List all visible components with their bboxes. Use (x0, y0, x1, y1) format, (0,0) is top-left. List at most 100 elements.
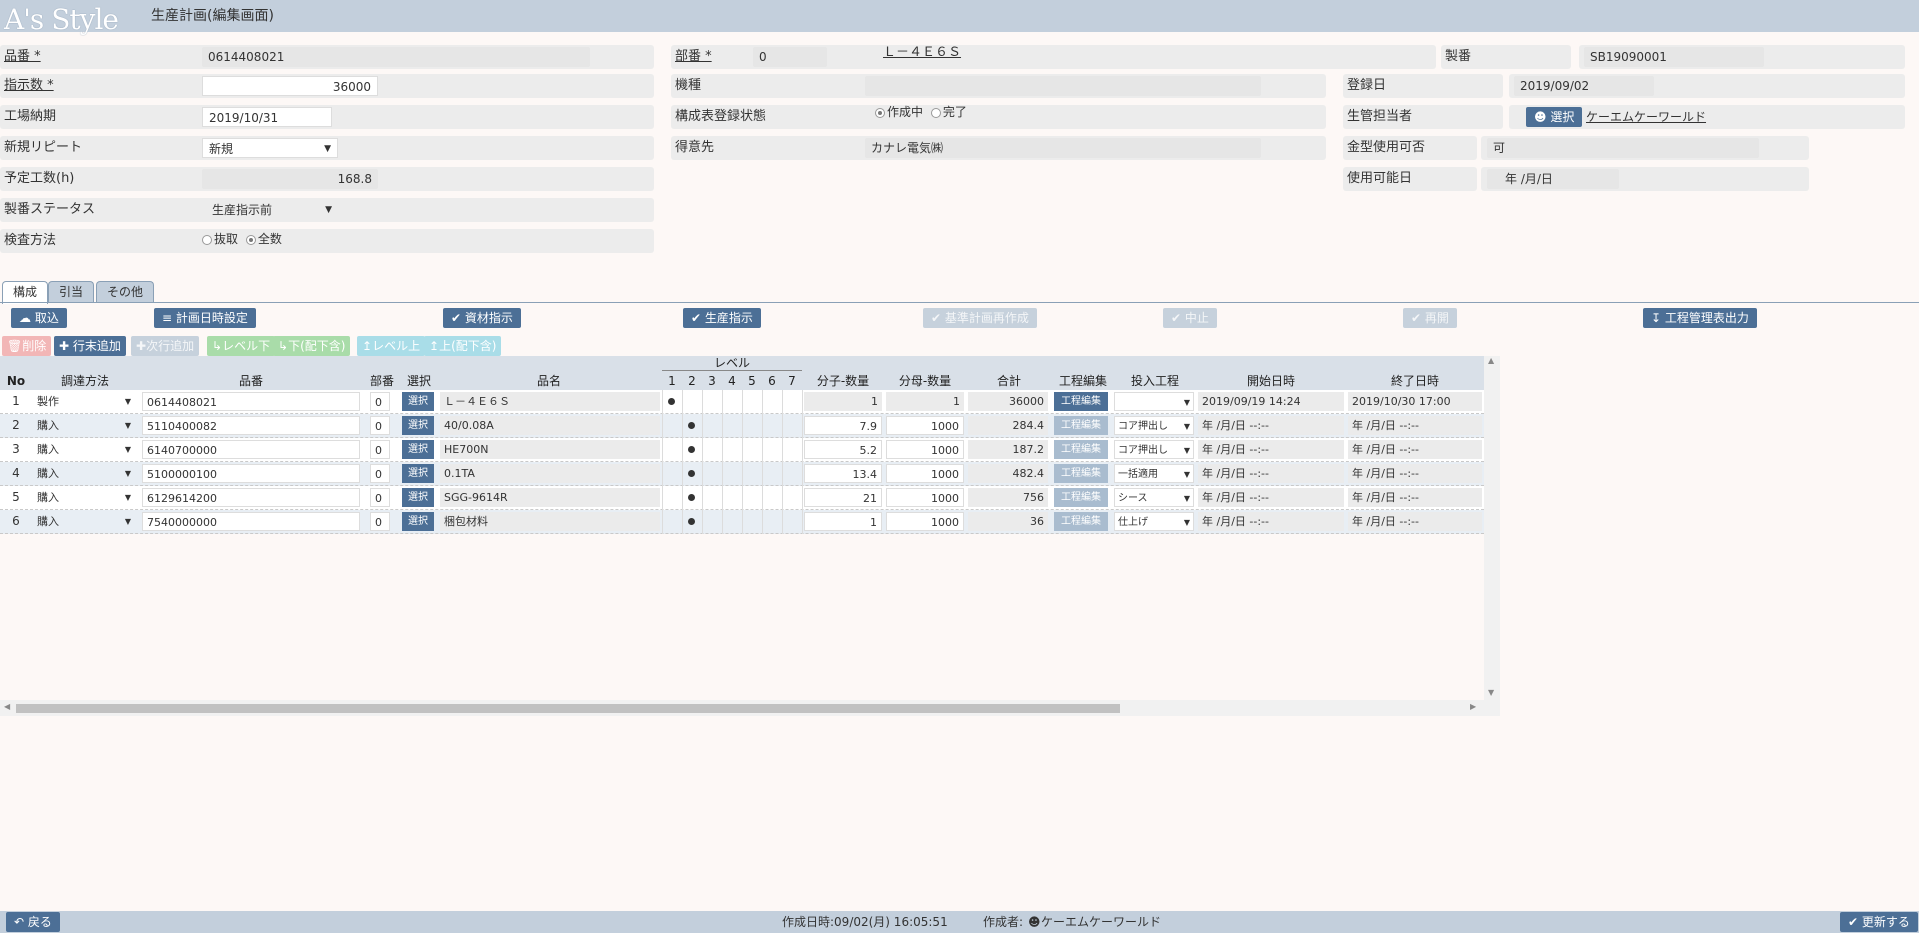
bunshi-input[interactable]: 13.4 (804, 464, 882, 483)
chotatsu-select[interactable]: 購入 (34, 464, 134, 483)
buban-input[interactable]: 0 (370, 440, 390, 459)
shijisu-label[interactable]: 指示数 * (4, 74, 54, 98)
status-select[interactable]: 生産指示前 (202, 200, 338, 220)
scroll-left-icon[interactable]: ◀ (4, 702, 10, 711)
buban-name-link[interactable]: Ｌ－４Ｅ６Ｓ (883, 41, 961, 65)
kensa-radio-zensu[interactable] (245, 234, 256, 245)
hinban-label[interactable]: 品番 * (4, 45, 41, 69)
bunshi-input[interactable]: 5.2 (804, 440, 882, 459)
tab-kosei[interactable]: 構成 (2, 281, 49, 304)
tab-hikiate[interactable]: 引当 (48, 281, 95, 303)
horizontal-scroll-thumb[interactable] (16, 704, 1120, 713)
kosei-radio-sakusei[interactable] (875, 107, 885, 118)
kotei-output-button[interactable]: ↧ 工程管理表出力 (1643, 308, 1757, 328)
buban-input[interactable]: 0 (370, 392, 390, 411)
tonyu-select[interactable]: シース (1114, 488, 1194, 508)
hinban-input[interactable]: 5110400082 (142, 416, 360, 435)
kaishi-datetime[interactable]: 年 /月/日 --:-- (1198, 416, 1344, 435)
kotei-edit-button[interactable]: 工程編集 (1054, 488, 1108, 507)
tanto-select-button[interactable]: ☻ 選択 (1526, 107, 1583, 127)
sakujo-button[interactable]: 🗑削除 (2, 336, 52, 356)
update-button[interactable]: ✔ 更新する (1840, 912, 1918, 932)
row-select-button[interactable]: 選択 (402, 488, 434, 507)
grid-vertical-scrollbar[interactable]: ▲ ▼ (1484, 356, 1500, 700)
seisan-button[interactable]: ✔ 生産指示 (683, 308, 761, 328)
up-sub-button[interactable]: ↥上(配下含) (424, 336, 502, 356)
tonyu-select[interactable]: 一括適用 (1114, 464, 1194, 484)
buban-label[interactable]: 部番 * (675, 45, 712, 69)
scroll-down-icon[interactable]: ▼ (1488, 688, 1494, 697)
tonyu-select[interactable] (1114, 392, 1194, 412)
torikomi-button[interactable]: ☁ 取込 (11, 308, 67, 328)
kijun-button[interactable]: ✔ 基準計画再作成 (923, 308, 1037, 328)
row-select-button[interactable]: 選択 (402, 392, 434, 411)
kotei-edit-button[interactable]: 工程編集 (1054, 416, 1108, 435)
shuryo-datetime[interactable]: 年 /月/日 --:-- (1348, 440, 1482, 459)
chotatsu-select[interactable]: 購入 (34, 512, 134, 531)
chushi-button[interactable]: ✔ 中止 (1163, 308, 1217, 328)
row-select-button[interactable]: 選択 (402, 440, 434, 459)
shuryo-datetime[interactable]: 年 /月/日 --:-- (1348, 512, 1482, 531)
chotatsu-select[interactable]: 製作 (34, 392, 134, 411)
keikaku-button[interactable]: ≡ 計画日時設定 (154, 308, 256, 328)
bunbo-input[interactable]: 1000 (886, 488, 964, 507)
hinban-input[interactable]: 6129614200 (142, 488, 360, 507)
kotei-edit-button[interactable]: 工程編集 (1054, 512, 1108, 531)
kensa-radio-nukitori[interactable] (202, 234, 212, 245)
kaishi-datetime[interactable]: 年 /月/日 --:-- (1198, 464, 1344, 483)
kosei-radio-kanryo[interactable] (930, 107, 941, 118)
bunshi-input[interactable]: 1 (804, 512, 882, 531)
level-down-button[interactable]: ↳レベル下 (207, 336, 276, 356)
hinban-input[interactable]: 0614408021 (142, 392, 360, 411)
shuryo-datetime[interactable]: 年 /月/日 --:-- (1348, 416, 1482, 435)
tonyu-select[interactable]: コア押出し (1114, 416, 1194, 436)
kotei-edit-button[interactable]: 工程編集 (1054, 440, 1108, 459)
down-sub-button[interactable]: ↳下(配下含) (273, 336, 351, 356)
scroll-up-icon[interactable]: ▲ (1488, 356, 1494, 365)
hinban-input[interactable]: 7540000000 (142, 512, 360, 531)
jigyo-button[interactable]: ✚次行追加 (131, 336, 200, 356)
gyomatsu-button[interactable]: ✚ 行末追加 (54, 336, 126, 356)
buban-input[interactable]: 0 (370, 512, 390, 531)
chotatsu-select[interactable]: 購入 (34, 488, 134, 507)
hinban-input[interactable]: 5100000100 (142, 464, 360, 483)
kaishi-datetime[interactable]: 年 /月/日 --:-- (1198, 488, 1344, 507)
bunbo-input[interactable]: 1000 (886, 416, 964, 435)
tab-sonota[interactable]: その他 (96, 281, 155, 303)
grid-horizontal-scrollbar[interactable]: ◀ ▶ (0, 700, 1500, 716)
tonyu-select[interactable]: 仕上げ (1114, 512, 1194, 532)
shuryo-datetime[interactable]: 2019/10/30 17:00 (1348, 392, 1482, 411)
bunshi-input[interactable]: 21 (804, 488, 882, 507)
kaishi-datetime[interactable]: 年 /月/日 --:-- (1198, 440, 1344, 459)
shizai-button[interactable]: ✔ 資材指示 (443, 308, 521, 328)
row-select-button[interactable]: 選択 (402, 512, 434, 531)
level-up-button[interactable]: ↥レベル上 (357, 336, 426, 356)
row-select-button[interactable]: 選択 (402, 464, 434, 483)
bunbo-input[interactable]: 1000 (886, 440, 964, 459)
buban-input[interactable]: 0 (370, 488, 390, 507)
buban-input[interactable]: 0 (370, 464, 390, 483)
tonyu-select[interactable]: コア押出し (1114, 440, 1194, 460)
chotatsu-select[interactable]: 購入 (34, 440, 134, 459)
shijisu-input[interactable]: 36000 (202, 76, 378, 96)
shiyo-date-input[interactable]: 年 /月/日 (1487, 169, 1619, 189)
bunbo-input[interactable]: 1000 (886, 512, 964, 531)
kaishi-datetime[interactable]: 年 /月/日 --:-- (1198, 512, 1344, 531)
bunshi-input[interactable]: 7.9 (804, 416, 882, 435)
tanto-user-link[interactable]: ケーエムケーワールド (1586, 105, 1706, 129)
back-button[interactable]: ↶ 戻る (6, 912, 60, 932)
hinban-input[interactable]: 6140700000 (142, 440, 360, 459)
kojo-noki-input[interactable]: 2019/10/31 (202, 107, 332, 127)
shinki-select[interactable]: 新規 (202, 138, 338, 159)
saikai-button[interactable]: ✔ 再開 (1403, 308, 1457, 328)
shuryo-datetime[interactable]: 年 /月/日 --:-- (1348, 464, 1482, 483)
buban-input[interactable]: 0 (370, 416, 390, 435)
kotei-edit-button[interactable]: 工程編集 (1054, 464, 1108, 483)
chotatsu-select[interactable]: 購入 (34, 416, 134, 435)
bunbo-input[interactable]: 1000 (886, 464, 964, 483)
kaishi-datetime[interactable]: 2019/09/19 14:24 (1198, 392, 1344, 411)
shuryo-datetime[interactable]: 年 /月/日 --:-- (1348, 488, 1482, 507)
scroll-right-icon[interactable]: ▶ (1470, 702, 1476, 711)
kotei-edit-button[interactable]: 工程編集 (1054, 392, 1108, 411)
row-select-button[interactable]: 選択 (402, 416, 434, 435)
